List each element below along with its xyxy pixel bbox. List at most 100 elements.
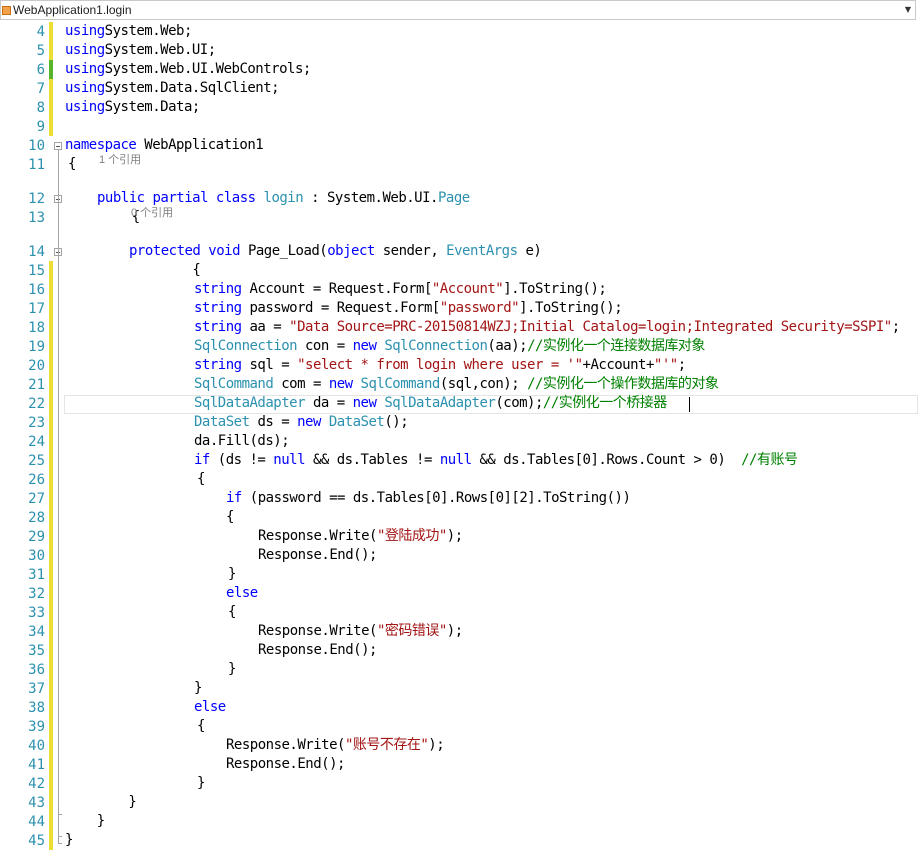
code-token: Page_Load( — [240, 243, 328, 259]
code-line: } — [228, 660, 236, 679]
code-token: (com); — [495, 395, 543, 411]
line-number: 8 — [36, 100, 45, 116]
code-token: else — [226, 585, 258, 601]
code-token: da = — [305, 395, 353, 411]
code-token: //实例化一个操作数据库的对象 — [527, 376, 719, 392]
fold-guide-end — [58, 843, 62, 844]
line-number: 7 — [36, 81, 45, 97]
code-token: (ds != — [209, 452, 274, 468]
code-line: } — [65, 831, 73, 850]
code-token: SqlCommand — [360, 376, 441, 392]
code-token: Response.Write( — [226, 737, 345, 753]
line-number: 43 — [28, 795, 45, 811]
code-token: } — [65, 794, 137, 810]
code-token: "登陆成功" — [376, 528, 447, 544]
code-token: ].ToString(); — [503, 281, 607, 297]
code-token: com = — [273, 376, 329, 392]
line-number: 36 — [28, 662, 45, 678]
codelens-references-link[interactable]: 1 个引用 — [99, 153, 141, 168]
line-number: 21 — [28, 377, 45, 393]
type-dropdown[interactable]: WebApplication1.login — [1, 1, 909, 19]
code-line: usingSystem.Web.UI.WebControls; — [65, 60, 311, 79]
line-number: 40 — [28, 738, 45, 754]
code-line: } — [228, 565, 236, 584]
line-number: 25 — [28, 453, 45, 469]
code-token: Response.End(); — [226, 756, 345, 772]
code-line: SqlDataAdapter da = new SqlDataAdapter(c… — [194, 394, 667, 413]
code-token: SqlConnection — [194, 338, 298, 354]
code-line: Response.Write("登陆成功"); — [258, 527, 463, 546]
code-token: ].ToString(); — [519, 300, 623, 316]
code-token: && ds.Tables[0].Rows.Count > 0) — [471, 452, 742, 468]
code-token: System.Data; — [104, 99, 201, 115]
code-token: "password" — [439, 300, 520, 316]
code-token: "账号不存在" — [344, 737, 429, 753]
line-number: 24 — [28, 434, 45, 450]
code-token: && ds.Tables != — [305, 452, 440, 468]
code-token: //有账号 — [741, 452, 798, 468]
code-token: (aa); — [487, 338, 528, 354]
code-line: Response.End(); — [258, 641, 377, 660]
code-area[interactable]: usingSystem.Web; usingSystem.Web.UI; using… — [65, 20, 918, 854]
line-number: 35 — [28, 643, 45, 659]
line-number: 31 — [28, 567, 45, 583]
code-line: string password = Request.Form["password… — [194, 299, 623, 318]
code-line: string Account = Request.Form["Account"]… — [194, 280, 607, 299]
code-token: "Data Source=PRC-20150814WZJ;Initial Cat… — [289, 319, 892, 335]
code-line: Response.Write("账号不存在"); — [226, 736, 445, 755]
line-number: 44 — [28, 814, 45, 830]
code-token: using — [65, 42, 105, 58]
code-line: usingSystem.Web; — [65, 22, 192, 41]
code-token: DataSet — [194, 414, 250, 430]
code-token: SqlConnection — [384, 338, 488, 354]
line-number: 45 — [28, 833, 45, 849]
code-token: public partial class — [97, 190, 264, 206]
code-token: object — [327, 243, 375, 259]
code-line: da.Fill(ds); — [194, 432, 290, 451]
line-number: 16 — [28, 282, 45, 298]
code-token: } — [228, 661, 236, 677]
code-token: +Account+ — [582, 357, 655, 373]
line-number: 20 — [28, 358, 45, 374]
codelens-references-link[interactable]: 0 个引用 — [131, 206, 173, 221]
change-marker — [49, 261, 53, 850]
code-line: Response.End(); — [258, 546, 377, 565]
code-token: //实例化一个桥接器 — [542, 395, 667, 411]
code-token: } — [65, 813, 105, 829]
line-number: 22 — [28, 396, 45, 412]
code-token: "'" — [653, 357, 678, 373]
code-token: using — [65, 23, 105, 39]
code-token: new — [328, 376, 353, 392]
collapse-toggle-icon[interactable] — [54, 142, 62, 150]
type-navigation-bar[interactable]: WebApplication1.login ▼ — [0, 0, 916, 20]
code-token: } — [65, 832, 73, 848]
code-token: using — [65, 99, 105, 115]
code-token: Response.Write( — [258, 528, 377, 544]
class-icon — [2, 5, 11, 15]
code-token: EventArgs — [446, 243, 518, 259]
code-line: else — [194, 698, 226, 717]
line-number: 33 — [28, 605, 45, 621]
code-token: (sql,con); — [439, 376, 528, 392]
code-line: { — [129, 261, 200, 280]
code-token: string — [194, 357, 242, 373]
line-number: 23 — [28, 415, 45, 431]
code-editor[interactable]: WebApplication1.login ▼ 4 5 6 7 8 9 10 11 12 13 14… — [0, 0, 918, 854]
code-token: System.Web.UI.WebControls; — [104, 61, 312, 77]
line-number: 26 — [28, 472, 45, 488]
code-token: new — [352, 338, 377, 354]
chevron-down-icon[interactable]: ▼ — [903, 4, 913, 16]
code-token: Page — [437, 190, 470, 206]
change-marker — [49, 60, 53, 79]
code-line: SqlConnection con = new SqlConnection(aa… — [194, 337, 705, 356]
code-token: ; — [891, 319, 900, 335]
code-token: SqlDataAdapter — [384, 395, 496, 411]
code-token: ); — [446, 623, 463, 639]
code-token: (); — [384, 414, 409, 430]
change-marker — [49, 22, 53, 41]
code-line: { — [197, 470, 205, 489]
code-token: WebApplication1 — [136, 137, 264, 153]
fold-guide-end — [58, 814, 62, 815]
